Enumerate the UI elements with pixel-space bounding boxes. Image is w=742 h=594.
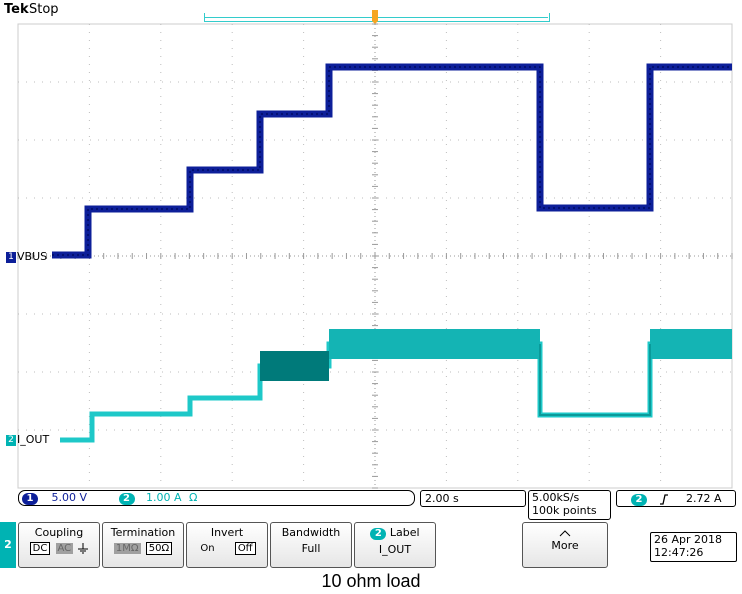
oscilloscope-screen: Tek Stop 1 VBUS 2 I_OUT 1 5.00 V 2 1.00 …: [0, 0, 742, 570]
ch1-badge: 1: [6, 251, 16, 263]
ch1-trace: [52, 63, 732, 259]
ch1-marker: 1 VBUS: [6, 250, 47, 263]
label-title: Label: [389, 526, 420, 539]
invert-title: Invert: [210, 526, 244, 539]
coupling-ac[interactable]: AC: [55, 543, 74, 554]
waveform-display: [17, 23, 733, 489]
termination-1mohm[interactable]: 1MΩ: [113, 543, 141, 554]
more-title: More: [551, 539, 579, 552]
trigger-level: 2.72 A: [686, 492, 722, 505]
ground-icon[interactable]: [77, 542, 89, 554]
termination-title: Termination: [110, 526, 176, 539]
coupling-dc[interactable]: DC: [29, 542, 51, 555]
ch2-noise-block: [260, 351, 329, 381]
ch2-label: I_OUT: [17, 433, 50, 446]
invert-off[interactable]: Off: [234, 542, 256, 555]
record-length: 100k points: [532, 504, 597, 517]
graticule-grid: [17, 23, 733, 489]
time: 12:47:26: [654, 546, 704, 559]
trigger-readout[interactable]: 2 2.72 A: [616, 490, 736, 507]
menu-channel-tab[interactable]: 2: [0, 522, 16, 568]
termination-50ohm[interactable]: 50Ω: [145, 542, 173, 555]
ch2-noise-band: [329, 329, 540, 359]
label-badge: 2: [370, 528, 387, 540]
rising-edge-icon: [659, 493, 668, 505]
more-indicator-icon: [559, 530, 571, 537]
bandwidth-value: Full: [301, 542, 321, 555]
bandwidth-softkey[interactable]: Bandwidth Full: [270, 522, 352, 568]
coupling-softkey[interactable]: Coupling DC AC: [18, 522, 100, 568]
datetime-readout[interactable]: 26 Apr 2018 12:47:26: [650, 532, 737, 562]
sample-rate: 5.00kS/s: [532, 491, 580, 504]
more-softkey[interactable]: More: [522, 522, 608, 568]
invert-softkey[interactable]: Invert On Off: [186, 522, 268, 568]
ch2-unit: Ω: [189, 491, 198, 504]
ch2-badge: 2: [6, 434, 16, 446]
label-value: I_OUT: [378, 543, 412, 556]
ch2-scale-badge: 2: [118, 493, 135, 505]
timebase-readout[interactable]: 2.00 s: [420, 490, 526, 507]
coupling-title: Coupling: [34, 526, 84, 539]
ch1-scale: 5.00 V: [51, 491, 88, 504]
ch2-scale: 1.00 A: [146, 491, 182, 504]
ch2-marker: 2 I_OUT: [6, 433, 49, 446]
caption: 10 ohm load: [321, 571, 421, 591]
invert-on[interactable]: On: [198, 543, 216, 554]
channel-menu: 2 Coupling DC AC Termination 1MΩ 50Ω Inv…: [0, 522, 742, 568]
acquisition-readout[interactable]: 5.00kS/s 100k points: [528, 490, 611, 520]
readout-bar: 1 5.00 V 2 1.00 A Ω 2.00 s 5.00kS/s 100k…: [18, 490, 742, 520]
trigger-source-badge: 2: [631, 494, 647, 506]
date: 26 Apr 2018: [654, 533, 723, 546]
ch1-label: VBUS: [17, 250, 48, 263]
vertical-scale-readout[interactable]: 1 5.00 V 2 1.00 A Ω: [18, 490, 415, 506]
bandwidth-title: Bandwidth: [281, 526, 341, 539]
termination-softkey[interactable]: Termination 1MΩ 50Ω: [102, 522, 184, 568]
ch1-scale-badge: 1: [22, 493, 38, 505]
label-softkey[interactable]: 2 Label I_OUT: [354, 522, 436, 568]
ch2-noise-band-2: [650, 329, 732, 359]
